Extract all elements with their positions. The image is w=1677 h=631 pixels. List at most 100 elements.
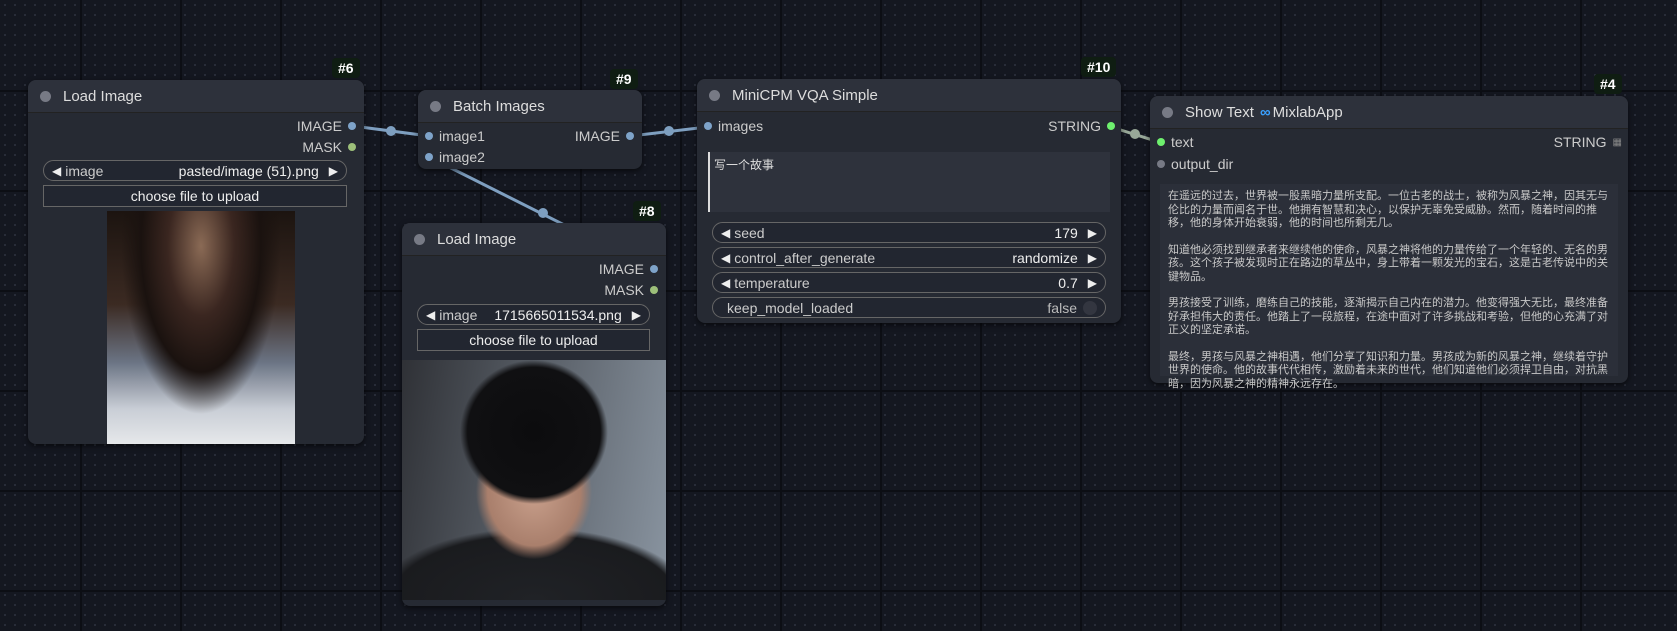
slot-label: MASK	[604, 282, 644, 298]
toggle-off-icon[interactable]	[1083, 300, 1097, 315]
upload-button[interactable]: choose file to upload	[43, 185, 347, 207]
widget-label: control_after_generate	[734, 249, 876, 266]
arrow-left-icon[interactable]: ◀	[721, 226, 730, 240]
node-title-bar[interactable]: MiniCPM VQA Simple	[697, 79, 1121, 112]
slot-dot-icon[interactable]	[348, 143, 356, 151]
keep-model-loaded-toggle[interactable]: keep_model_loaded false	[712, 297, 1106, 318]
node-id-badge: #10	[1081, 57, 1117, 77]
collapse-dot-icon[interactable]	[430, 100, 441, 112]
link-midpoint	[386, 126, 396, 136]
input-images[interactable]: images	[704, 118, 763, 134]
slot-label: IMAGE	[574, 128, 620, 144]
grid-slot-icon[interactable]: ▦	[1613, 137, 1622, 148]
slot-dot-icon[interactable]	[1157, 138, 1165, 146]
slot-label: image2	[439, 149, 485, 165]
image-preview	[107, 211, 295, 444]
image-combo[interactable]: ◀ image pasted/image (51).png ▶	[43, 160, 347, 181]
brand-label: MixlabApp	[1272, 103, 1343, 121]
output-image[interactable]: IMAGE	[297, 118, 356, 134]
node-title-bar[interactable]: Batch Images	[418, 90, 642, 123]
slot-dot-icon[interactable]	[650, 286, 658, 294]
slot-dot-icon[interactable]	[425, 153, 433, 161]
link-midpoint	[1130, 129, 1140, 139]
slot-dot-icon[interactable]	[626, 132, 634, 140]
arrow-left-icon[interactable]: ◀	[721, 276, 730, 290]
node-title-bar[interactable]: Load Image	[28, 80, 364, 113]
slot-dot-icon[interactable]	[704, 122, 712, 130]
widget-label: keep_model_loaded	[727, 299, 854, 316]
widget-value: 179	[1054, 224, 1078, 241]
arrow-left-icon[interactable]: ◀	[426, 308, 435, 322]
node-title: Batch Images	[453, 97, 545, 115]
prompt-textarea[interactable]: 写一个故事	[708, 152, 1110, 212]
output-image[interactable]: IMAGE	[575, 128, 634, 144]
collapse-dot-icon[interactable]	[40, 90, 51, 102]
node-minicpm-vqa-10[interactable]: MiniCPM VQA Simple images STRING 写一个故事 ◀…	[697, 79, 1121, 323]
arrow-left-icon[interactable]: ◀	[721, 251, 730, 265]
slot-label: output_dir	[1171, 156, 1234, 172]
seed-widget[interactable]: ◀ seed 179 ▶	[712, 222, 1106, 243]
widget-label: temperature	[734, 274, 810, 291]
arrow-left-icon[interactable]: ◀	[52, 164, 61, 178]
slot-label: IMAGE	[598, 261, 644, 277]
combo-label: image	[439, 306, 478, 323]
control-after-generate-widget[interactable]: ◀ control_after_generate randomize ▶	[712, 247, 1106, 268]
slot-dot-icon[interactable]	[425, 132, 433, 140]
node-load-image-6[interactable]: Load Image IMAGE MASK ◀ image pasted/image…	[28, 80, 364, 444]
text-paragraph: 男孩接受了训练，磨练自己的技能，逐渐揭示自己内在的潜力。他变得强大无比，最终准备…	[1168, 297, 1608, 336]
node-title: Show Text	[1185, 103, 1254, 121]
output-string[interactable]: STRING	[1048, 118, 1115, 134]
slot-dot-icon[interactable]	[348, 122, 356, 130]
infinity-logo-icon: ∞	[1259, 103, 1271, 121]
output-string[interactable]: STRING ▦	[1554, 134, 1622, 150]
upload-button[interactable]: choose file to upload	[417, 329, 650, 351]
slot-label: images	[718, 118, 764, 134]
slot-dot-icon[interactable]	[1107, 122, 1115, 130]
slot-label: text	[1171, 134, 1194, 150]
slot-label: STRING	[1048, 118, 1101, 134]
link-midpoint	[538, 208, 548, 218]
node-show-text-4[interactable]: Show Text ∞ MixlabApp text output_dir STRI…	[1150, 96, 1628, 390]
slot-label: MASK	[302, 139, 342, 155]
input-output-dir[interactable]: output_dir	[1157, 156, 1233, 172]
combo-value: 1715665011534.png	[494, 306, 622, 323]
temperature-widget[interactable]: ◀ temperature 0.7 ▶	[712, 272, 1106, 293]
output-mask[interactable]: MASK	[302, 139, 356, 155]
slot-label: image1	[439, 128, 485, 144]
link-midpoint	[664, 126, 674, 136]
node-load-image-8[interactable]: Load Image IMAGE MASK ◀ image 171566501153…	[402, 223, 666, 606]
text-paragraph: 在遥远的过去，世界被一股黑暗力量所支配。一位古老的战士，被称为风暴之神，因其无与…	[1168, 190, 1608, 229]
arrow-right-icon[interactable]: ▶	[1088, 251, 1097, 265]
arrow-right-icon[interactable]: ▶	[1088, 276, 1097, 290]
node-title: MiniCPM VQA Simple	[732, 86, 878, 104]
arrow-right-icon[interactable]: ▶	[1088, 226, 1097, 240]
node-title: Load Image	[63, 87, 143, 105]
slot-label: STRING	[1553, 134, 1607, 150]
node-title: Load Image	[437, 230, 517, 248]
node-batch-images-9[interactable]: Batch Images image1 image2 IMAGE	[418, 90, 642, 169]
input-image2[interactable]: image2	[425, 149, 485, 165]
node-id-badge: #6	[332, 58, 360, 78]
node-title-bar[interactable]: Load Image	[402, 223, 666, 256]
collapse-dot-icon[interactable]	[709, 89, 720, 101]
image-combo[interactable]: ◀ image 1715665011534.png ▶	[417, 304, 650, 325]
node-id-badge: #8	[633, 201, 661, 221]
slot-dot-icon[interactable]	[650, 265, 658, 273]
collapse-dot-icon[interactable]	[414, 233, 425, 245]
collapse-dot-icon[interactable]	[1162, 106, 1173, 118]
node-title-bar[interactable]: Show Text ∞ MixlabApp	[1150, 96, 1628, 129]
arrow-right-icon[interactable]: ▶	[329, 164, 338, 178]
input-text[interactable]: text	[1157, 134, 1194, 150]
text-output-area[interactable]: 在遥远的过去，世界被一股黑暗力量所支配。一位古老的战士，被称为风暴之神，因其无与…	[1160, 184, 1618, 390]
combo-value: pasted/image (51).png	[178, 162, 319, 179]
output-mask[interactable]: MASK	[604, 282, 658, 298]
widget-value: false	[1047, 299, 1077, 316]
arrow-right-icon[interactable]: ▶	[632, 308, 641, 322]
input-image1[interactable]: image1	[425, 128, 485, 144]
widget-value: 0.7	[1058, 274, 1078, 291]
widget-value: randomize	[1012, 249, 1078, 266]
combo-label: image	[65, 162, 104, 179]
slot-dot-icon[interactable]	[1157, 160, 1165, 168]
output-image[interactable]: IMAGE	[599, 261, 658, 277]
node-id-badge: #4	[1594, 74, 1622, 94]
